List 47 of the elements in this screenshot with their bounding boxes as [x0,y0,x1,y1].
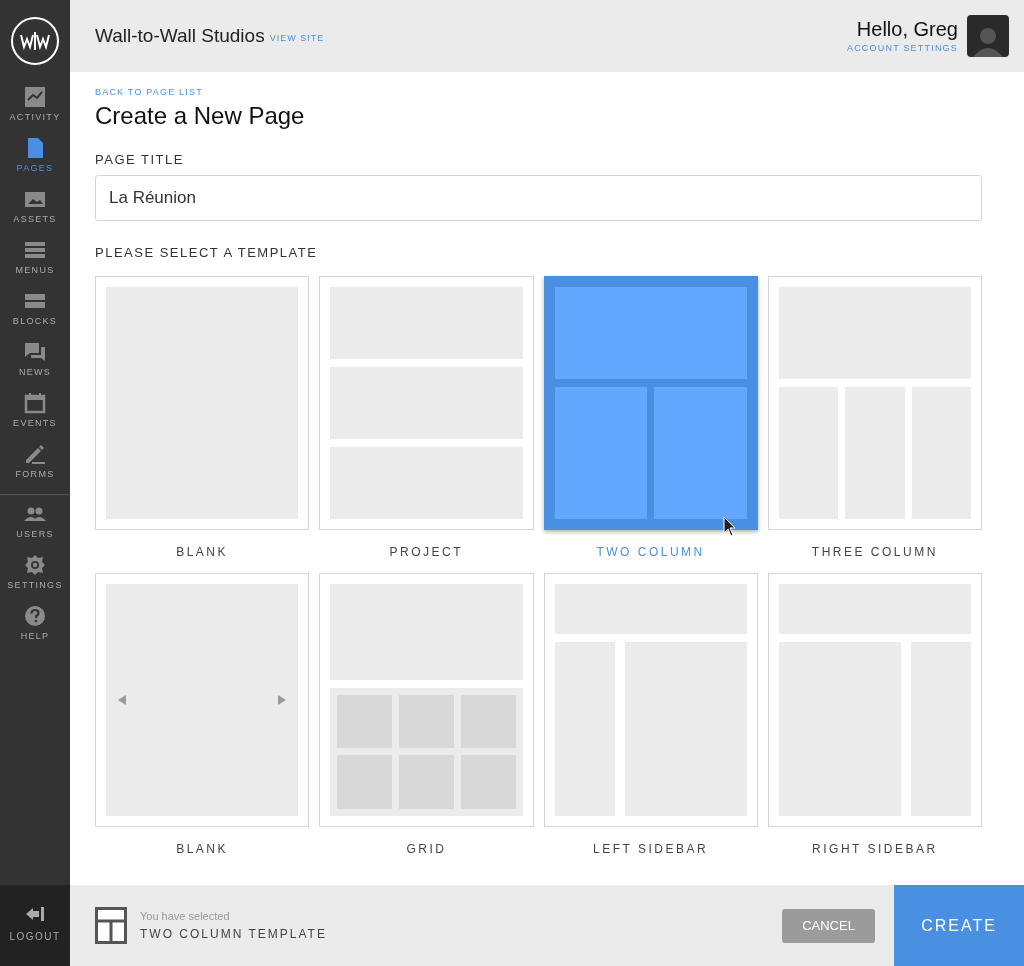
logo-icon[interactable] [11,17,59,65]
template-name: TWO COLUMN [596,543,705,561]
selected-template-name: TWO COLUMN TEMPLATE [140,925,327,943]
template-name: BLANK [176,840,229,858]
sidebar-nav-item[interactable]: NEWS [0,337,70,388]
two-column-layout-icon [95,907,127,944]
chat-bubbles-icon [24,341,46,363]
calendar-icon [24,392,46,414]
section-label: PLEASE SELECT A TEMPLATE [95,244,319,262]
sidebar-nav-item[interactable]: BLOCKS [0,286,70,337]
account-settings-link[interactable]: ACCOUNT SETTINGS [846,42,958,56]
greeting: Hello, Greg [856,17,958,43]
template-name: GRID [406,840,447,858]
pencil-icon [24,443,46,465]
view-site-link[interactable]: VIEW SITE [269,32,325,46]
activity-chart-icon [24,86,46,108]
template-name: RIGHT SIDEBAR [812,840,938,858]
sidebar-nav-item[interactable]: MENUS [0,235,70,286]
template-card[interactable] [543,275,758,530]
mouse-cursor-icon [723,516,737,538]
logout-icon [26,907,44,921]
sidebar-nav-item[interactable]: HELP [0,601,70,652]
site-name: Wall-to-Wall Studios [95,23,265,48]
help-icon [24,605,46,627]
field-label: PAGE TITLE [95,150,185,169]
settings-icon [24,554,46,576]
template-name: PROJECT [389,543,464,561]
template-name: THREE COLUMN [811,543,938,561]
left-arrow-icon [118,694,126,705]
avatar[interactable] [967,15,1009,57]
create-button[interactable]: CREATE [894,885,1024,966]
sidebar-nav-item[interactable]: EVENTS [0,388,70,439]
template-name: BLANK [176,543,229,561]
logout-button[interactable]: LOGOUT [0,885,70,966]
sidebar-nav-item[interactable]: FORMS [0,439,70,490]
sidebar-nav-item[interactable]: ACTIVITY [0,82,70,133]
sidebar-nav-item[interactable]: USERS [0,499,70,550]
menu-list-icon [24,239,46,261]
template-name: LEFT SIDEBAR [593,840,709,858]
page-title-input[interactable]: La Réunion [95,175,982,221]
sidebar-nav-item[interactable]: SETTINGS [0,550,70,601]
selection-hint: You have selected [140,909,231,925]
sidebar-nav-item[interactable]: PAGES [0,133,70,184]
back-to-page-list-link[interactable]: BACK TO PAGE LIST [95,86,203,100]
sidebar-nav-item[interactable]: ASSETS [0,184,70,235]
right-arrow-icon [278,694,287,705]
page-heading: Create a New Page [95,100,306,131]
